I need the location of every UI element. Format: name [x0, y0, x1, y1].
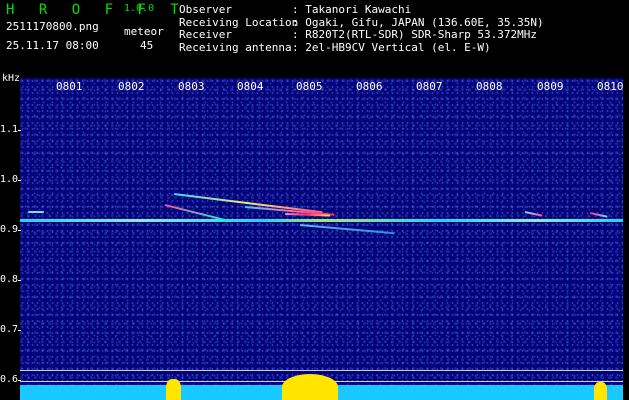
freq-label: 1.0: [0, 174, 19, 185]
freq-label: 1.1: [0, 124, 19, 135]
app-logo: H R O F F T: [6, 2, 187, 18]
time-label: 0805: [296, 80, 323, 93]
freq-tick: [18, 180, 21, 181]
station-key: Receiver: [179, 28, 232, 41]
spectrogram: [20, 78, 623, 400]
station-row-antenna: Receiving antenna : 2el-HB9CV Vertical (…: [179, 40, 544, 55]
noise-field: [20, 78, 623, 400]
freq-label: 0.7: [0, 324, 19, 335]
freq-tick: [18, 330, 21, 331]
time-label: 0804: [237, 80, 264, 93]
station-row-receiver: Receiver : R820T2(RTL-SDR) SDR-Sharp 53.…: [179, 28, 544, 42]
header: H R O F F T 1.0.0 2511170800.png 25.11.1…: [0, 0, 629, 76]
time-label: 0803: [178, 80, 205, 93]
file-name: 2511170800.png: [6, 20, 99, 33]
activity-burst: [166, 379, 181, 400]
freq-unit-label: kHz: [2, 73, 21, 84]
freq-label: 0.8: [0, 274, 19, 285]
activity-burst: [282, 374, 338, 400]
time-label: 0806: [356, 80, 383, 93]
station-value: : 2el-HB9CV Vertical (el. E-W): [292, 40, 491, 54]
freq-tick: [18, 130, 21, 131]
reference-line: [20, 370, 623, 371]
time-label: 0810: [597, 80, 624, 93]
station-value: : Takanori Kawachi: [292, 3, 412, 16]
meteor-label: meteor: [124, 25, 164, 38]
meteor-count: 45: [140, 39, 154, 52]
app-version: 1.0.0: [124, 3, 155, 14]
station-info: Observer : Takanori Kawachi Receiving Lo…: [179, 3, 544, 55]
station-value: : R820T2(RTL-SDR) SDR-Sharp 53.372MHz: [292, 28, 538, 41]
activity-burst: [594, 382, 607, 400]
freq-tick: [18, 380, 21, 381]
time-label: 0802: [118, 80, 145, 93]
freq-label: 0.9: [0, 224, 19, 235]
freq-label: 0.6: [0, 374, 19, 385]
freq-tick: [18, 280, 21, 281]
station-key: Receiving antenna: [179, 40, 292, 54]
freq-tick: [18, 230, 21, 231]
capture-datetime: 25.11.17 08:00: [6, 39, 99, 52]
station-key: Observer: [179, 3, 232, 16]
time-label: 0808: [476, 80, 503, 93]
meteor-streak: [28, 211, 44, 213]
time-label: 0801: [56, 80, 83, 93]
station-row-observer: Observer : Takanori Kawachi: [179, 3, 544, 17]
carrier-line: [20, 219, 623, 222]
time-label: 0809: [537, 80, 564, 93]
time-label: 0807: [416, 80, 443, 93]
